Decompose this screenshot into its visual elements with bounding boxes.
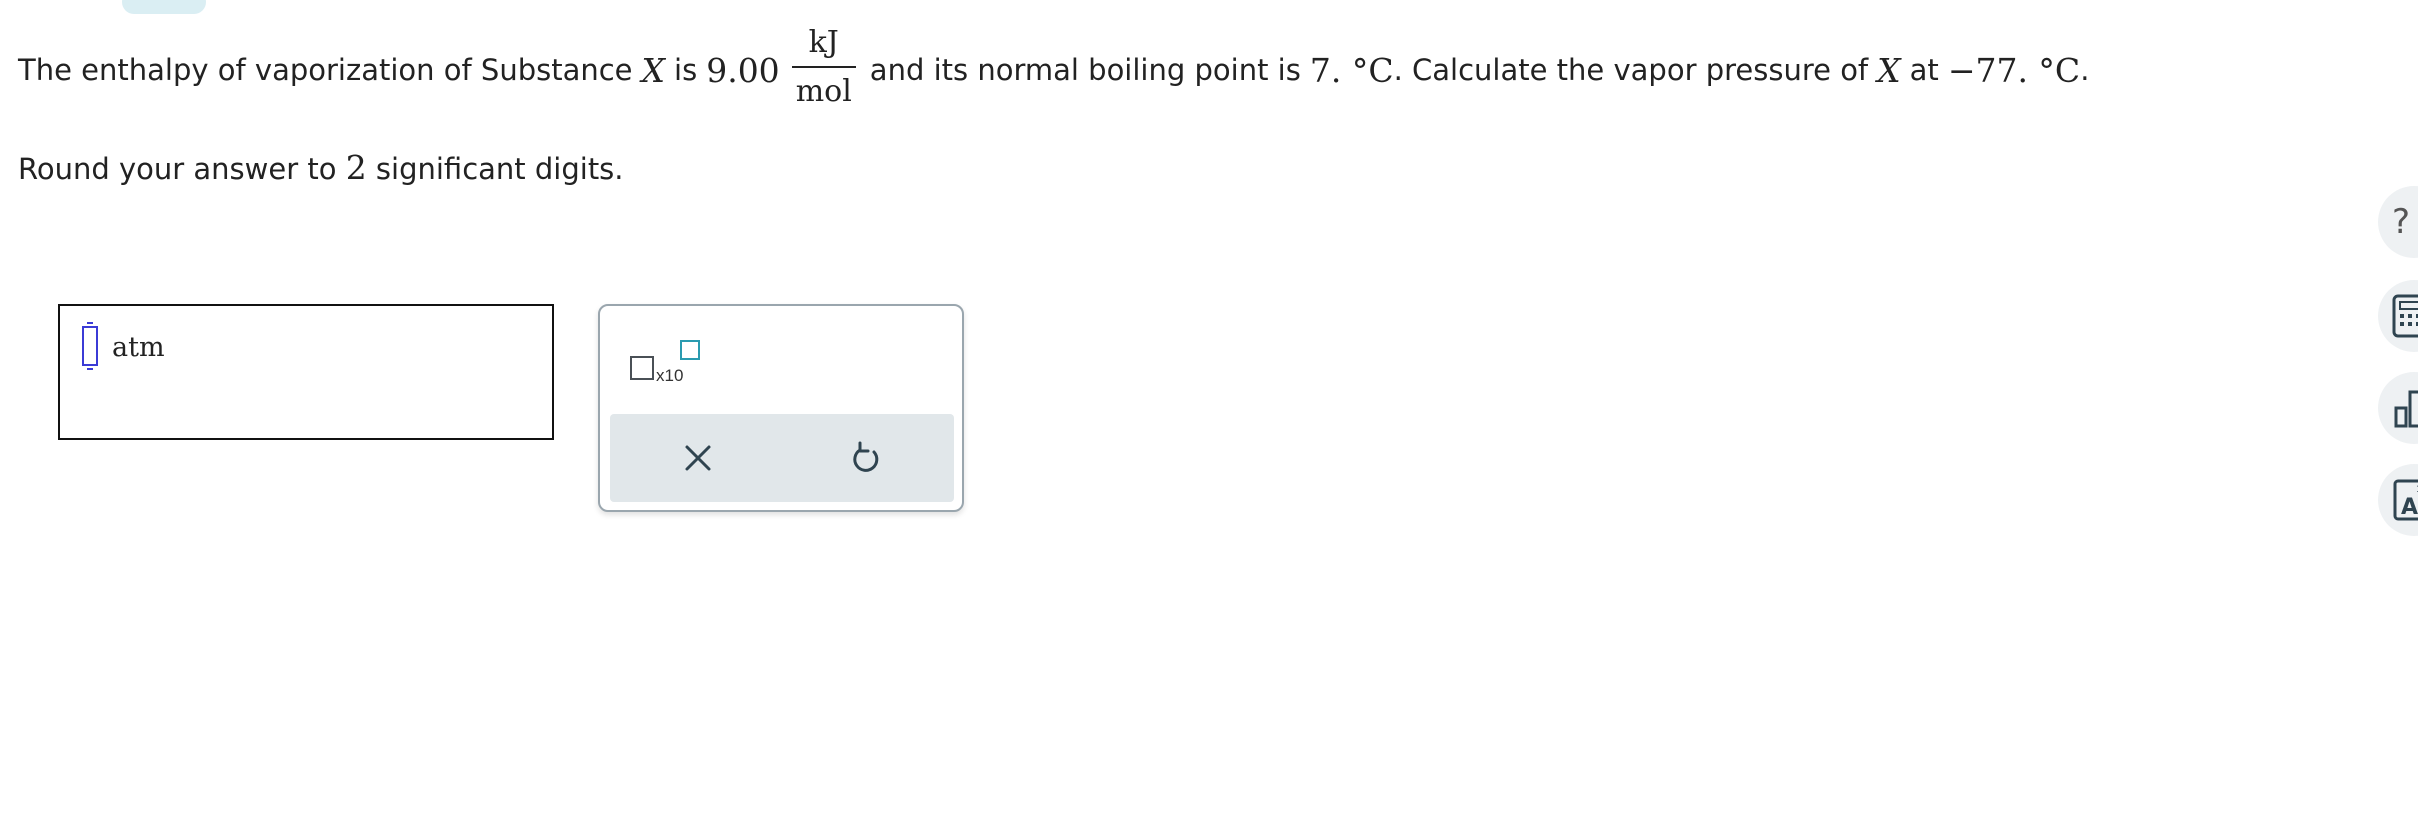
fraction-denominator: mol [791,66,856,110]
rounding-instruction: Round your answer to 2 significant digit… [18,148,624,187]
data-chart-button[interactable] [2378,372,2418,444]
close-icon [685,445,711,471]
undo-icon [853,441,879,472]
bar-chart-icon [2394,390,2418,428]
enthalpy-unit-fraction: kJ mol [791,25,856,110]
substance-symbol: X [1877,50,1901,90]
exponent-placeholder-icon [680,340,700,360]
answer-cursor-slot[interactable] [82,322,98,370]
periodic-table-letter: A [2401,495,2418,520]
periodic-table-icon: 18 A [2393,479,2418,521]
scientific-notation-button[interactable]: x10 [630,336,710,392]
boiling-point-value: 7. °C [1309,50,1394,90]
undo-button[interactable] [840,432,892,484]
target-temperature-value: −77. °C [1947,50,2081,90]
significant-digits-count: 2 [345,148,367,187]
base-placeholder-icon [630,356,654,380]
palette-action-bar [610,414,954,502]
question-text-part: at [1909,53,1939,87]
question-text-part: and its normal boiling point is [869,53,1301,87]
enthalpy-value: 9.00 [706,50,780,90]
instruction-text: Round your answer to [18,152,337,186]
help-icon: ? [2392,202,2411,242]
substance-symbol: X [641,50,666,90]
answer-unit: atm [112,332,165,363]
top-tab-indicator [122,0,206,14]
math-palette: x10 [598,304,964,512]
fraction-numerator: kJ [808,25,839,60]
question-text-part: . [2080,53,2090,87]
calculator-icon [2392,294,2418,338]
clear-button[interactable] [672,432,724,484]
question-text-part: . Calculate the vapor pressure of [1393,53,1869,87]
calculator-button[interactable] [2378,280,2418,352]
instruction-text: significant digits. [375,152,624,186]
answer-input[interactable]: atm [58,304,554,440]
help-button[interactable]: ? [2378,186,2418,258]
x10-label: x10 [656,366,684,385]
question-text-part: The enthalpy of vaporization of Substanc… [18,53,633,87]
question-text: The enthalpy of vaporization of Substanc… [18,24,2089,116]
question-text-part: is [674,53,698,87]
periodic-table-button[interactable]: 18 A [2378,464,2418,536]
